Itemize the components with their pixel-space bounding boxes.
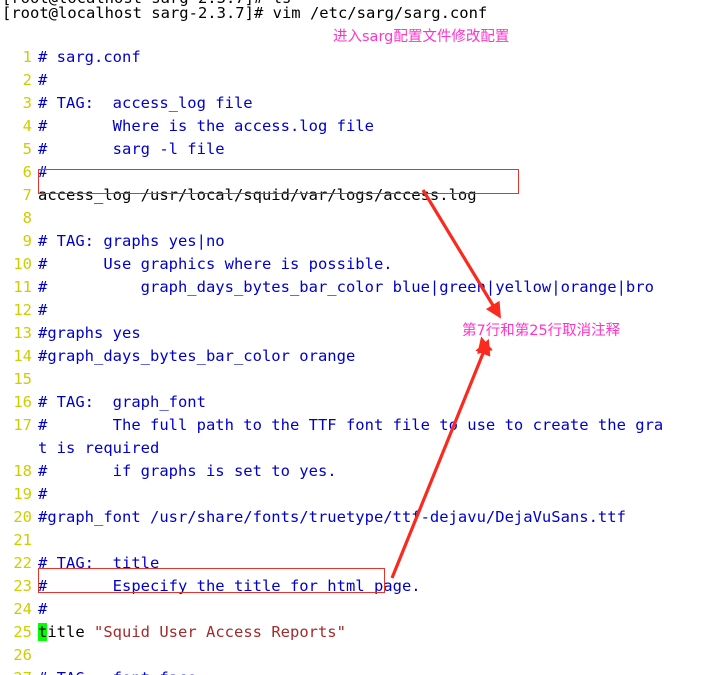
annotation-enter-config: 进入sarg配置文件修改配置 bbox=[333, 29, 510, 45]
line-number: 11 bbox=[13, 278, 32, 296]
vim-buffer[interactable]: 1 # sarg.conf 2 #3 # TAG: access_log file 4 # … bbox=[0, 46, 709, 675]
line-text: access_log /usr/local/squid/var/logs/acc… bbox=[38, 186, 477, 204]
line-text: # bbox=[38, 301, 48, 319]
editor-line[interactable]: 4 # Where is the access.log file bbox=[0, 115, 709, 138]
line-number: 8 bbox=[22, 209, 32, 227]
editor-line[interactable]: 5 # sarg -l file bbox=[0, 138, 709, 161]
line-text: # bbox=[38, 600, 48, 618]
line-text-code: itle bbox=[47, 623, 95, 641]
line-number: 3 bbox=[22, 94, 32, 112]
editor-line[interactable]: 24 # bbox=[0, 598, 709, 621]
editor-line[interactable]: 3 # TAG: access_log file bbox=[0, 92, 709, 115]
line-number: 13 bbox=[13, 324, 32, 342]
editor-line[interactable]: 23 # Especify the title for html page. bbox=[0, 575, 709, 598]
line-number: 23 bbox=[13, 577, 32, 595]
line-text: # Especify the title for html page. bbox=[38, 577, 421, 595]
line-text: # graph_days_bytes_bar_color blue|green|… bbox=[38, 278, 654, 296]
line-number: 1 bbox=[22, 48, 32, 66]
line-number: 17 bbox=[13, 416, 32, 434]
line-text: # Use graphics where is possible. bbox=[38, 255, 393, 273]
vim-cursor: t bbox=[38, 623, 48, 641]
editor-line[interactable]: 25 title "Squid User Access Reports" bbox=[0, 621, 709, 644]
line-text-continuation: t is required bbox=[38, 439, 160, 457]
line-number: 9 bbox=[22, 232, 32, 250]
editor-line-wrapped-continuation[interactable]: t is required bbox=[0, 437, 709, 460]
editor-line[interactable]: 12 # bbox=[0, 299, 709, 322]
editor-line[interactable]: 10 # Use graphics where is possible. bbox=[0, 253, 709, 276]
line-text: # TAG: graphs yes|no bbox=[38, 232, 225, 250]
line-text: # TAG: graph_font bbox=[38, 393, 206, 411]
editor-line[interactable]: 6 # bbox=[0, 161, 709, 184]
line-number: 16 bbox=[13, 393, 32, 411]
line-text: # bbox=[38, 71, 48, 89]
editor-line[interactable]: 17 # The full path to the TTF font file t… bbox=[0, 414, 709, 437]
editor-line[interactable]: 27 # TAG: font_face bbox=[0, 667, 709, 675]
line-text: # bbox=[38, 485, 48, 503]
shell-prompt-line: [root@localhost sarg-2.3.7]# vim /etc/sa… bbox=[2, 4, 488, 22]
line-text: #graph_font /usr/share/fonts/truetype/tt… bbox=[38, 508, 626, 526]
editor-line[interactable]: 19 # bbox=[0, 483, 709, 506]
line-text: #graphs yes bbox=[38, 324, 141, 342]
line-text: # TAG: access_log file bbox=[38, 94, 253, 112]
line-text: # if graphs is set to yes. bbox=[38, 462, 337, 480]
line-number: 4 bbox=[22, 117, 32, 135]
line-number: 19 bbox=[13, 485, 32, 503]
annotation-uncomment-lines: 第7行和第25行取消注释 bbox=[462, 323, 621, 339]
editor-line[interactable]: 2 # bbox=[0, 69, 709, 92]
editor-line[interactable]: 11 # graph_days_bytes_bar_color blue|gree… bbox=[0, 276, 709, 299]
line-number: 18 bbox=[13, 462, 32, 480]
editor-line[interactable]: 20 #graph_font /usr/share/fonts/truetype/… bbox=[0, 506, 709, 529]
line-number: 25 bbox=[13, 623, 32, 641]
editor-line[interactable]: 7 access_log /usr/local/squid/var/logs/ac… bbox=[0, 184, 709, 207]
editor-line[interactable]: 1 # sarg.conf bbox=[0, 46, 709, 69]
line-text: # The full path to the TTF font file to … bbox=[38, 416, 664, 434]
line-number: 14 bbox=[13, 347, 32, 365]
line-text: # bbox=[38, 163, 48, 181]
line-number: 21 bbox=[13, 531, 32, 549]
line-number: 20 bbox=[13, 508, 32, 526]
line-text: # TAG: title bbox=[38, 554, 160, 572]
line-number: 27 bbox=[0, 667, 32, 675]
editor-line[interactable]: 16 # TAG: graph_font bbox=[0, 391, 709, 414]
line-number: 7 bbox=[22, 186, 32, 204]
line-text: # Where is the access.log file bbox=[38, 117, 374, 135]
editor-line[interactable]: 18 # if graphs is set to yes. bbox=[0, 460, 709, 483]
line-number: 15 bbox=[13, 370, 32, 388]
line-number: 12 bbox=[13, 301, 32, 319]
line-number: 24 bbox=[13, 600, 32, 618]
editor-line[interactable]: 15 bbox=[0, 368, 709, 391]
line-text: #graph_days_bytes_bar_color orange bbox=[38, 347, 356, 365]
editor-line[interactable]: 22 # TAG: title bbox=[0, 552, 709, 575]
line-text-string: "Squid User Access Reports" bbox=[94, 623, 346, 641]
line-number: 10 bbox=[13, 255, 32, 273]
line-number: 26 bbox=[13, 646, 32, 664]
editor-line[interactable]: 21 bbox=[0, 529, 709, 552]
line-text: # sarg.conf bbox=[38, 48, 141, 66]
editor-line[interactable]: 9 # TAG: graphs yes|no bbox=[0, 230, 709, 253]
terminal-screen: [root@localhost sarg-2.3.7]# ls [root@lo… bbox=[0, 0, 709, 675]
line-number: 6 bbox=[22, 163, 32, 181]
line-text: # TAG: font_face bbox=[38, 669, 197, 675]
editor-line[interactable]: 26 bbox=[0, 644, 709, 667]
editor-line[interactable]: 14 #graph_days_bytes_bar_color orange bbox=[0, 345, 709, 368]
line-number: 5 bbox=[22, 140, 32, 158]
editor-line[interactable]: 8 bbox=[0, 207, 709, 230]
line-number: 22 bbox=[13, 554, 32, 572]
line-number: 2 bbox=[22, 71, 32, 89]
line-text: # sarg -l file bbox=[38, 140, 225, 158]
